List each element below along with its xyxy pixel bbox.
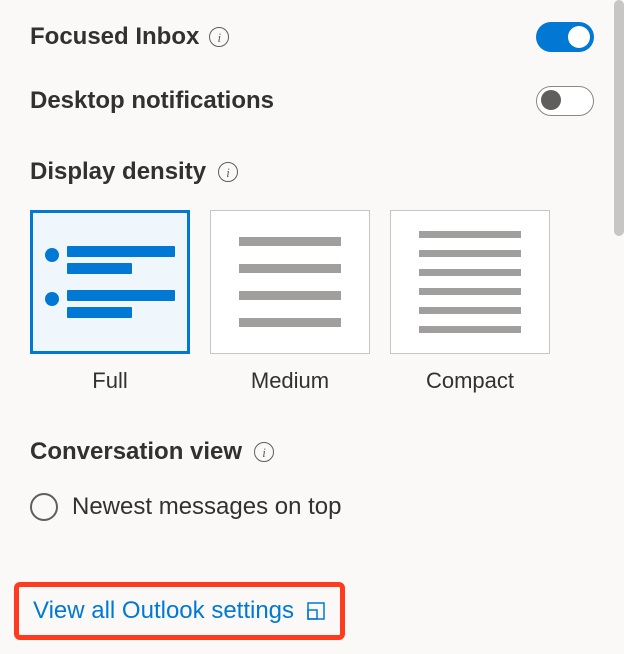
- density-option-medium[interactable]: Medium: [210, 210, 370, 394]
- display-density-header: Display density i: [30, 158, 594, 186]
- density-preview-compact: [390, 210, 550, 354]
- info-icon[interactable]: i: [209, 27, 229, 47]
- scrollbar-thumb[interactable]: [614, 0, 624, 236]
- conversation-option-newest-top[interactable]: Newest messages on top: [30, 490, 594, 524]
- view-all-settings-highlight: View all Outlook settings: [14, 582, 345, 640]
- toggle-knob: [568, 26, 590, 48]
- toggle-knob: [541, 90, 561, 110]
- conversation-view-label: Conversation view: [30, 438, 242, 466]
- conversation-view-header: Conversation view i: [30, 438, 594, 466]
- info-icon[interactable]: i: [254, 442, 274, 462]
- density-caption-compact: Compact: [426, 368, 514, 394]
- density-caption-full: Full: [92, 368, 127, 394]
- conversation-option-label: Newest messages on top: [72, 493, 341, 521]
- view-all-settings-link[interactable]: View all Outlook settings: [33, 597, 294, 625]
- density-option-full[interactable]: Full: [30, 210, 190, 394]
- quick-settings-panel: Focused Inbox i Desktop notifications Di…: [0, 0, 624, 524]
- radio-icon: [30, 493, 58, 521]
- info-icon[interactable]: i: [218, 162, 238, 182]
- conversation-view-section: Conversation view i Newest messages on t…: [30, 438, 594, 524]
- desktop-notifications-toggle[interactable]: [536, 86, 594, 116]
- display-density-options: Full Medium: [30, 210, 594, 394]
- focused-inbox-toggle[interactable]: [536, 22, 594, 52]
- focused-inbox-row: Focused Inbox i: [30, 22, 594, 52]
- desktop-notifications-label: Desktop notifications: [30, 87, 274, 115]
- focused-inbox-label: Focused Inbox: [30, 23, 199, 51]
- density-option-compact[interactable]: Compact: [390, 210, 550, 394]
- density-preview-medium: [210, 210, 370, 354]
- open-pane-icon: [306, 601, 326, 621]
- display-density-label: Display density: [30, 158, 206, 186]
- density-preview-full: [30, 210, 190, 354]
- focused-inbox-label-wrap: Focused Inbox i: [30, 23, 229, 51]
- desktop-notifications-label-wrap: Desktop notifications: [30, 87, 274, 115]
- density-caption-medium: Medium: [251, 368, 329, 394]
- desktop-notifications-row: Desktop notifications: [30, 86, 594, 116]
